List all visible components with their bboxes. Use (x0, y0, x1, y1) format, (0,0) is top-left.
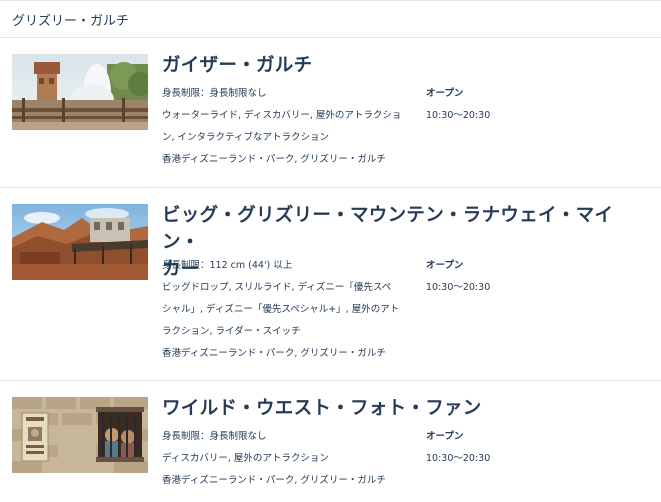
attraction-name: ガイザー・ガルチ (162, 55, 313, 76)
attraction-details: 身長制限：身長制限なし ウォーターライド, ディスカバリー, 屋外のアトラクショ… (162, 83, 412, 171)
mine-car-image (12, 204, 148, 280)
attraction-item: ガイザー・ガルチ 身長制限：身長制限なし ウォーターライド, ディスカバリー, … (0, 38, 661, 188)
attraction-item: ビッグ・グリズリー・マウンテン・ラナウェイ・マイン・ カー 身長制限：112 c… (0, 188, 661, 381)
operating-hours: オープン 10:30～20:30 (426, 255, 546, 299)
status-label: オープン (426, 88, 464, 99)
categories-line: シャル」, ディズニー「優先スペシャル+」, 屋外のアト (162, 304, 400, 315)
hours-text: 10:30～20:30 (426, 453, 491, 464)
categories-line: ディスカバリー, 屋外のアトラクション (162, 453, 329, 464)
categories-line: ウォーターライド, ディスカバリー, 屋外のアトラクショ (162, 110, 402, 121)
attraction-thumbnail[interactable] (12, 397, 148, 473)
attraction-thumbnail[interactable] (12, 204, 148, 280)
operating-hours: オープン 10:30～20:30 (426, 83, 546, 127)
attraction-item: ワイルド・ウエスト・フォト・ファン 身長制限：身長制限なし ディスカバリー, 屋… (0, 381, 661, 502)
section-title: グリズリー・ガルチ (12, 13, 130, 29)
status-label: オープン (426, 431, 464, 442)
attraction-list-page: グリズリー・ガルチ ガイザー・ガルチ 身長制限：身長制限なし ウォーターライド,… (0, 0, 661, 502)
categories-line: ビッグドロップ, スリルライド, ディズニー「優先スペ (162, 282, 392, 293)
status-label: オープン (426, 260, 464, 271)
categories-line: ラクション, ライダー・スイッチ (162, 326, 301, 337)
height-requirement: 身長制限：112 cm (44') 以上 (162, 260, 293, 271)
geyser-gulch-image (12, 54, 148, 130)
operating-hours: オープン 10:30～20:30 (426, 426, 546, 470)
attraction-title-link[interactable]: ワイルド・ウエスト・フォト・ファン (162, 395, 642, 422)
location: 香港ディズニーランド・パーク, グリズリー・ガルチ (162, 475, 386, 486)
photo-fun-image (12, 397, 148, 473)
hours-text: 10:30～20:30 (426, 110, 491, 121)
attraction-details: 身長制限：身長制限なし ディスカバリー, 屋外のアトラクション 香港ディズニーラ… (162, 426, 412, 492)
attraction-thumbnail[interactable] (12, 54, 148, 130)
section-header: グリズリー・ガルチ (0, 0, 661, 38)
location: 香港ディズニーランド・パーク, グリズリー・ガルチ (162, 154, 386, 165)
attraction-details: 身長制限：112 cm (44') 以上 ビッグドロップ, スリルライド, ディ… (162, 255, 412, 365)
height-requirement: 身長制限：身長制限なし (162, 88, 267, 99)
attraction-name: ビッグ・グリズリー・マウンテン・ラナウェイ・マイン・ (162, 205, 614, 253)
height-requirement: 身長制限：身長制限なし (162, 431, 267, 442)
location: 香港ディズニーランド・パーク, グリズリー・ガルチ (162, 348, 386, 359)
attraction-name: ワイルド・ウエスト・フォト・ファン (162, 398, 482, 419)
hours-text: 10:30～20:30 (426, 282, 491, 293)
categories-line: ン, インタラクティブなアトラクション (162, 132, 329, 143)
attraction-title-link[interactable]: ガイザー・ガルチ (162, 52, 642, 79)
